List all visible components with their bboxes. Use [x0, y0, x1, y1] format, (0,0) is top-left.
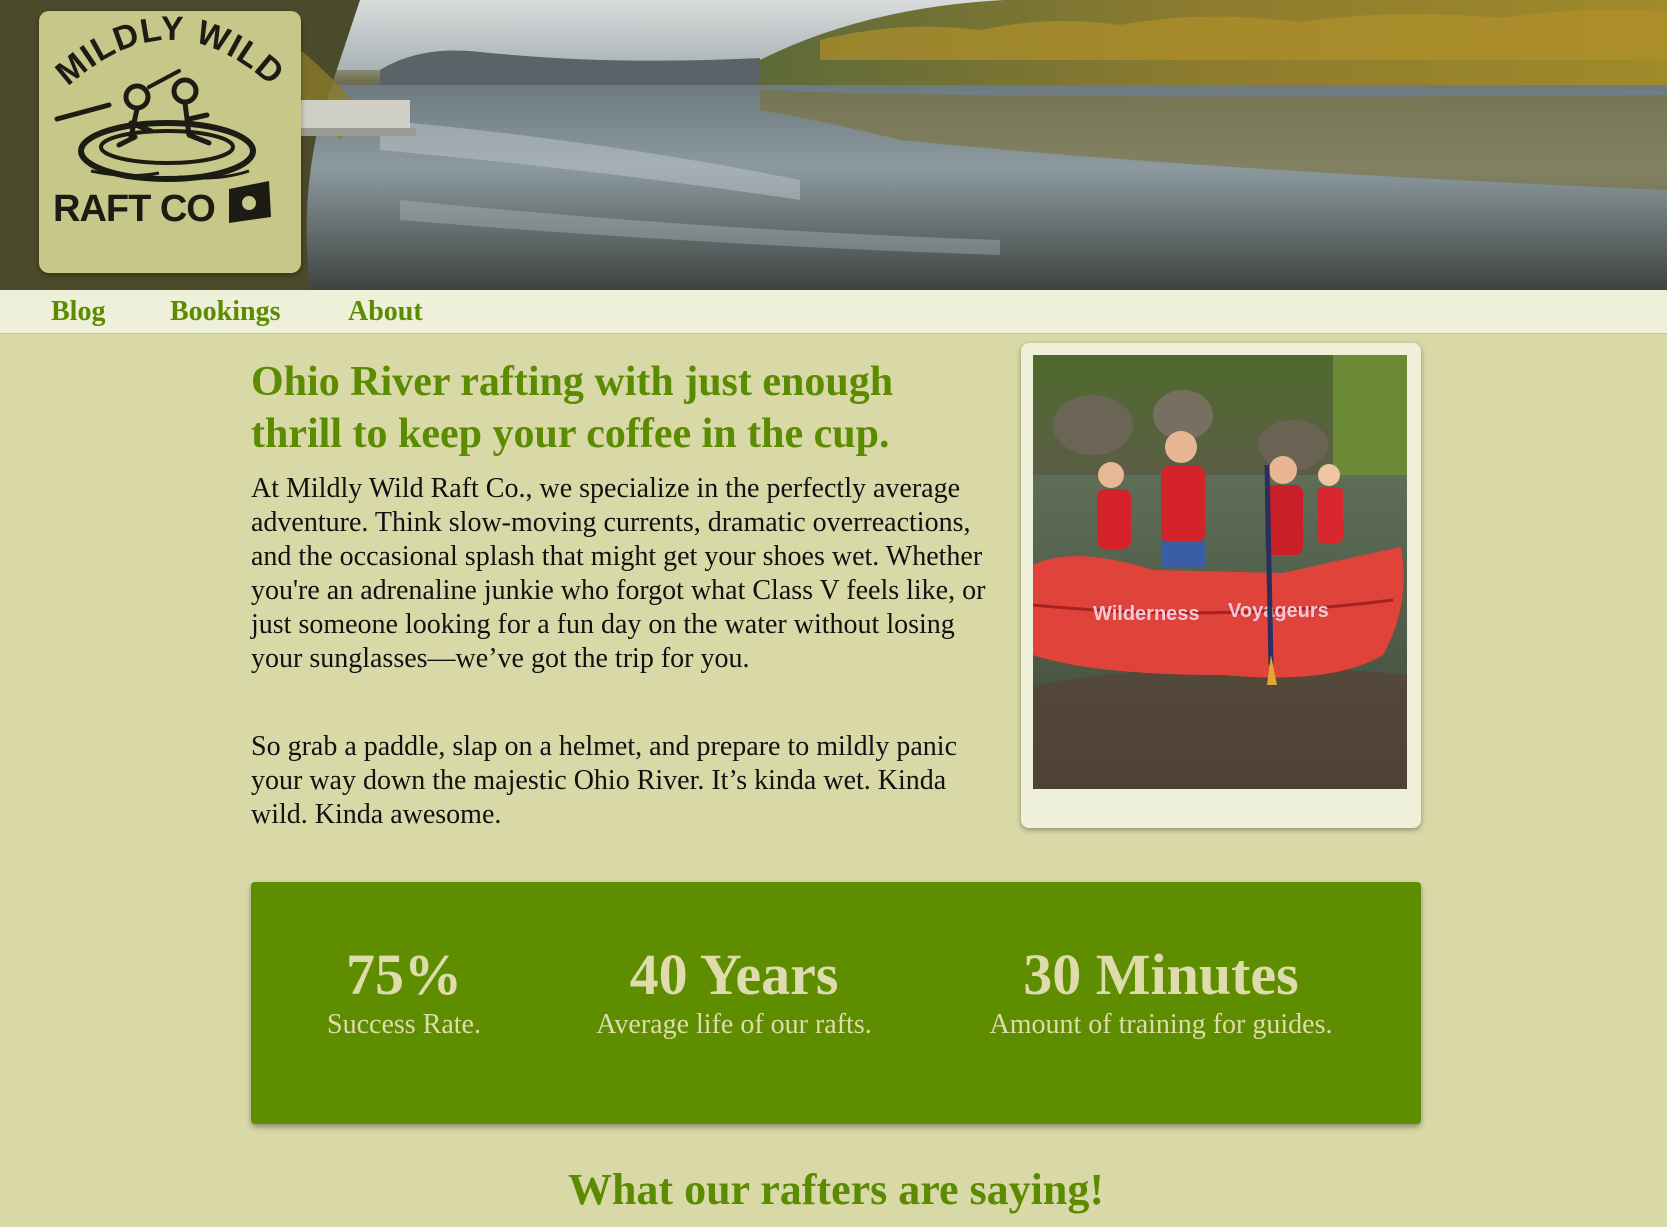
stat-label: Amount of training for guides.	[989, 1009, 1333, 1040]
photo-card: Wilderness Voyageurs	[1021, 343, 1421, 828]
rafting-family-image: Wilderness Voyageurs	[1033, 355, 1407, 789]
stat-value: 75%	[346, 942, 462, 1007]
stat-guide-training: 30 Minutes Amount of training for guides…	[961, 942, 1361, 1042]
stats-banner: 75% Success Rate. 40 Years Average life …	[251, 882, 1421, 1124]
intro-paragraph-2: So grab a paddle, slap on a helmet, and …	[251, 731, 958, 830]
logo-text-top: MILDLY WILD	[49, 11, 291, 93]
testimonials-title: What our rafters are saying!	[567, 1165, 1105, 1214]
nav-link-about[interactable]: About	[348, 296, 423, 328]
stat-success-rate: 75% Success Rate.	[309, 942, 499, 1042]
rafting-photo: Wilderness Voyageurs	[1033, 355, 1407, 789]
stat-label: Average life of our rafts.	[596, 1009, 872, 1040]
stat-value: 40 Years	[629, 942, 839, 1007]
svg-text:MILDLY WILD: MILDLY WILD	[49, 11, 292, 93]
logo[interactable]: MILDLY WILD RAFT CO	[39, 11, 301, 273]
stat-raft-life: 40 Years Average life of our rafts.	[569, 942, 899, 1042]
stat-value: 30 Minutes	[1023, 942, 1299, 1007]
raft-text-left: Wilderness	[1093, 603, 1200, 625]
main-nav: Blog Bookings About	[0, 290, 1667, 334]
logo-text-bottom: RAFT CO	[53, 188, 215, 230]
stat-label: Success Rate.	[327, 1009, 481, 1040]
hero-banner: MILDLY WILD RAFT CO	[0, 0, 1667, 290]
nav-link-bookings[interactable]: Bookings	[170, 296, 281, 328]
intro-paragraph-1: At Mildly Wild Raft Co., we specialize i…	[251, 473, 986, 674]
nav-link-blog[interactable]: Blog	[51, 296, 105, 328]
page-headline: Ohio River rafting with just enough thri…	[251, 359, 894, 457]
raft-text-right: Voyageurs	[1228, 600, 1329, 622]
raft-logo-icon: MILDLY WILD RAFT CO	[49, 11, 292, 230]
